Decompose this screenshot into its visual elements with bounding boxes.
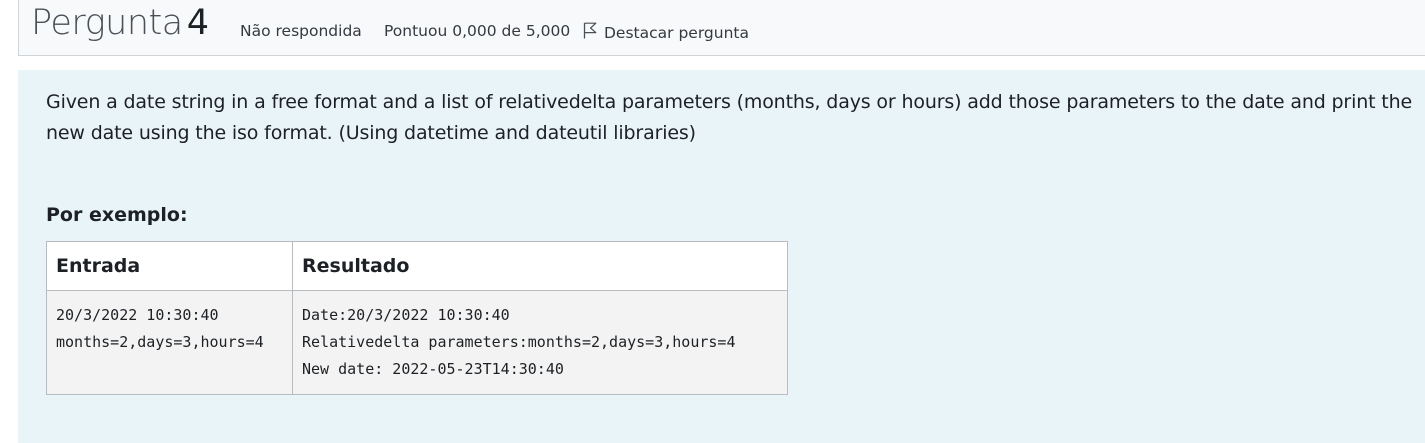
column-header-input: Entrada (46, 241, 293, 291)
flag-question-button[interactable]: Destacar pergunta (583, 22, 749, 43)
flag-question-label: Destacar pergunta (604, 23, 749, 42)
question-page: Pergunta 4 Não respondida Pontuou 0,000 d… (0, 0, 1425, 443)
question-text: Given a date string in a free format and… (46, 91, 1413, 144)
question-content: Given a date string in a free format and… (18, 70, 1425, 443)
question-info-header: Pergunta 4 Não respondida Pontuou 0,000 d… (18, 0, 1425, 56)
question-title: Pergunta 4 (31, 3, 209, 43)
result-line: New date: 2022-05-23T14:30:40 (302, 360, 564, 378)
question-status: Não respondida (240, 22, 362, 40)
table-row: 20/3/2022 10:30:40 months=2,days=3,hours… (46, 290, 788, 395)
example-input-cell: 20/3/2022 10:30:40 months=2,days=3,hours… (46, 290, 293, 395)
result-line: Relativedelta parameters:months=2,days=3… (302, 333, 736, 351)
question-number: 4 (186, 3, 209, 43)
question-grade: Pontuou 0,000 de 5,000 (384, 22, 571, 40)
result-line: Date:20/3/2022 10:30:40 (302, 306, 510, 324)
table-header-row: Entrada Resultado (46, 241, 788, 291)
example-heading: Por exemplo: (46, 204, 188, 226)
example-result-cell: Date:20/3/2022 10:30:40 Relativedelta pa… (292, 290, 788, 395)
input-line: 20/3/2022 10:30:40 (56, 306, 219, 324)
flag-outline-icon (583, 22, 604, 43)
example-table: Entrada Resultado 20/3/2022 10:30:40 mon… (46, 241, 788, 395)
column-header-result: Resultado (292, 241, 788, 291)
input-line: months=2,days=3,hours=4 (56, 333, 264, 351)
question-title-prefix: Pergunta (31, 3, 183, 43)
